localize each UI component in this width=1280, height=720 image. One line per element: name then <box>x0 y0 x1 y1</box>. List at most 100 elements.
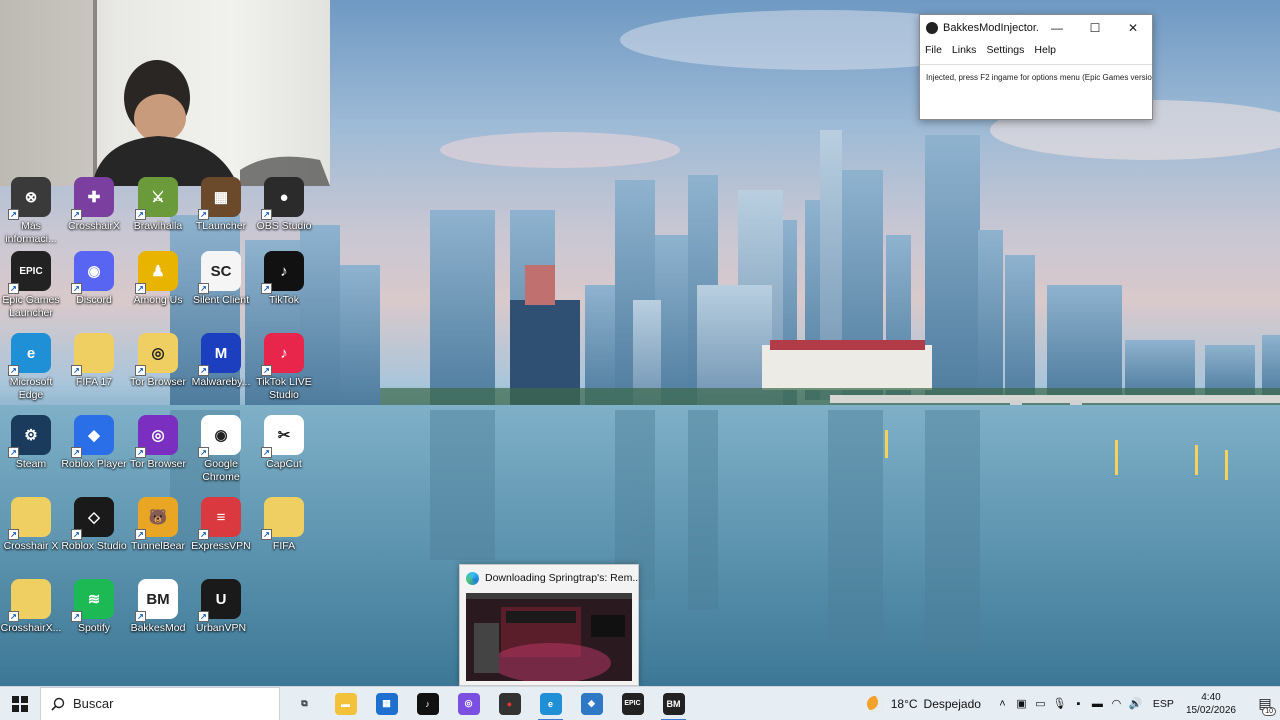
folder-icon: ↗ <box>8 579 51 622</box>
desktop-icon-discord[interactable]: ◉ ↗ Discord <box>62 251 126 307</box>
taskbar-search-box[interactable] <box>40 686 280 720</box>
desktop-icon-robloxstudio[interactable]: ◇ ↗ Roblox Studio <box>61 497 127 553</box>
desktop-icon-spotify[interactable]: ≋ ↗ Spotify <box>62 579 126 635</box>
taskbar-app-rocket-league[interactable]: ◆ <box>571 687 612 720</box>
shortcut-arrow-icon: ↗ <box>8 611 19 622</box>
desktop-icon-mas-info[interactable]: ⊗ ↗ Más informaci... <box>0 177 63 246</box>
usb-icon[interactable]: ▭ <box>1031 694 1050 714</box>
edge-taskbar-preview[interactable]: Downloading Springtrap's: Rem... <box>459 564 639 686</box>
desktop-icon-malwarebytes[interactable]: M ↗ Malwareby... <box>189 333 253 389</box>
desktop-icon-label: Epic Games Launcher <box>2 294 60 319</box>
language-indicator[interactable]: ESP <box>1153 698 1174 710</box>
bakkesmod-icon: BM <box>662 692 685 715</box>
desktop-icon-chrome[interactable]: ◉ ↗ Google Chrome <box>189 415 253 484</box>
desktop-icon-steam[interactable]: ⚙ ↗ Steam <box>0 415 63 471</box>
desktop-icon-tunnelbear[interactable]: 🐻 ↗ TunnelBear <box>126 497 190 553</box>
microphone-icon[interactable]: 🎙 <box>1050 694 1069 714</box>
notification-center-button[interactable]: ▤ 10 <box>1250 695 1280 716</box>
desktop-icon-obs[interactable]: ● ↗ OBS Studio <box>252 177 316 233</box>
desktop-icon-label: ExpressVPN <box>191 540 251 552</box>
desktop-icon-tor2[interactable]: ◎ ↗ Tor Browser <box>126 415 190 471</box>
taskbar-app-explorer[interactable]: ▬ <box>325 687 366 720</box>
desktop-icon-label: UrbanVPN <box>195 622 247 634</box>
preview-header: Downloading Springtrap's: Rem... <box>460 565 638 591</box>
taskbar-app-tiktok[interactable]: ♪ <box>407 687 448 720</box>
edge-icon: e ↗ <box>8 333 51 376</box>
minimize-button[interactable]: — <box>1038 15 1076 41</box>
shortcut-arrow-icon: ↗ <box>8 365 19 376</box>
desktop-icon-roblox[interactable]: ◆ ↗ Roblox Player <box>61 415 127 471</box>
taskbar: ⧉ ▬ ▦ ♪ ◎ ● e ◆ EPIC BM 18°C Despejado ˄ ▣ ▭ 🎙 ▪ … <box>0 686 1280 720</box>
desktop-icon-label: FIFA <box>272 540 296 552</box>
desktop-icon-expressvpn[interactable]: ≡ ↗ ExpressVPN <box>189 497 253 553</box>
meet-now-icon[interactable]: ▪ <box>1069 694 1088 714</box>
desktop-icon-silent[interactable]: SC ↗ Silent Client <box>189 251 253 307</box>
taskbar-pinned-apps: ⧉ ▬ ▦ ♪ ◎ ● e ◆ EPIC BM <box>284 687 694 720</box>
desktop-icon-tiktoklive[interactable]: ♪ ↗ TikTok LIVE Studio <box>252 333 316 402</box>
menu-file[interactable]: File <box>925 44 942 56</box>
bakkesmod-injector-window[interactable]: BakkesModInjector... — ☐ ✕ File Links Se… <box>919 14 1153 120</box>
desktop-icon-label: Discord <box>76 294 112 306</box>
folder-icon: ↗ <box>71 333 114 376</box>
weather-widget[interactable]: 18°C Despejado <box>866 695 981 712</box>
taskbar-app-task-view[interactable]: ⧉ <box>284 687 325 720</box>
taskbar-app-store[interactable]: ▦ <box>366 687 407 720</box>
menu-links[interactable]: Links <box>952 44 977 56</box>
app-icon: ◎ <box>457 692 480 715</box>
desktop-icon-label: Steam <box>15 458 47 470</box>
menu-settings[interactable]: Settings <box>986 44 1024 56</box>
window-titlebar[interactable]: BakkesModInjector... — ☐ ✕ <box>920 15 1152 41</box>
taskbar-app-epic[interactable]: EPIC <box>612 687 653 720</box>
shortcut-arrow-icon: ↗ <box>198 611 209 622</box>
desktop-icon-crosshairx-2[interactable]: ↗ CrosshairX... <box>0 579 63 635</box>
desktop-icon-tlauncher[interactable]: ▦ ↗ TLauncher <box>189 177 253 233</box>
desktop-icon-crosshairx-folder[interactable]: ↗ Crosshair X <box>0 497 63 553</box>
store-icon: ▦ <box>375 692 398 715</box>
search-input[interactable] <box>73 696 263 711</box>
taskbar-app-bakkesmod[interactable]: BM <box>653 687 694 720</box>
start-button[interactable] <box>0 687 40 720</box>
desktop-icon-fifa[interactable]: ↗ FIFA <box>252 497 316 553</box>
task-view-icon: ⧉ <box>301 698 308 708</box>
desktop-icon-tiktok[interactable]: ♪ ↗ TikTok <box>252 251 316 307</box>
desktop-icon-fifa17[interactable]: ↗ FIFA 17 <box>62 333 126 389</box>
desktop-icon-amongus[interactable]: ♟ ↗ Among Us <box>126 251 190 307</box>
roblox-studio-icon: ◇ ↗ <box>71 497 114 540</box>
shortcut-arrow-icon: ↗ <box>261 283 272 294</box>
desktop-icon-capcut[interactable]: ✂ ↗ CapCut <box>252 415 316 471</box>
tiktok-icon: ♪ <box>416 692 439 715</box>
desktop-icon-label: Brawlhalla <box>133 220 183 232</box>
desktop-icon-crosshairx-top[interactable]: ✚ ↗ CrosshairX <box>62 177 126 233</box>
bakkesmod-icon: BM ↗ <box>135 579 178 622</box>
shortcut-arrow-icon: ↗ <box>198 209 209 220</box>
rocket-league-icon: ◆ <box>580 692 603 715</box>
desktop-icon-brawlhalla[interactable]: ⚔ ↗ Brawlhalla <box>126 177 190 233</box>
menu-help[interactable]: Help <box>1034 44 1056 56</box>
desktop-icon-edge[interactable]: e ↗ Microsoft Edge <box>0 333 63 402</box>
chrome-icon: ◉ ↗ <box>198 415 241 458</box>
desktop-icon-epic[interactable]: EPIC ↗ Epic Games Launcher <box>0 251 63 320</box>
desktop-icon-tor1[interactable]: ◎ ↗ Tor Browser <box>126 333 190 389</box>
taskbar-app-app-purple[interactable]: ◎ <box>448 687 489 720</box>
wifi-icon[interactable]: ◠ <box>1107 694 1126 714</box>
close-button[interactable]: ✕ <box>1114 15 1152 41</box>
taskbar-app-app-red[interactable]: ● <box>489 687 530 720</box>
maximize-button[interactable]: ☐ <box>1076 15 1114 41</box>
tray-app-icon[interactable]: ▣ <box>1012 694 1031 714</box>
desktop-icon-bakkesmod[interactable]: BM ↗ BakkesMod <box>126 579 190 635</box>
tiktok-icon: ♪ ↗ <box>261 251 304 294</box>
speaker-icon[interactable]: 🔊 <box>1126 694 1145 714</box>
desktop-icon-label: Tor Browser <box>129 376 186 388</box>
battery-icon[interactable]: ▬ <box>1088 694 1107 714</box>
shortcut-arrow-icon: ↗ <box>261 529 272 540</box>
desktop-icon-label: Roblox Player <box>61 458 127 470</box>
shortcut-arrow-icon: ↗ <box>261 365 272 376</box>
expressvpn-icon: ≡ ↗ <box>198 497 241 540</box>
chevron-up-icon[interactable]: ˄ <box>993 694 1012 714</box>
weather-condition: Despejado <box>923 696 981 711</box>
taskbar-app-edge[interactable]: e <box>530 687 571 720</box>
app-icon: ● <box>498 692 521 715</box>
desktop-icon-urbanvpn[interactable]: U ↗ UrbanVPN <box>189 579 253 635</box>
desktop-icon-label: CapCut <box>266 458 302 470</box>
clock[interactable]: 4:40 15/02/2026 <box>1186 691 1236 717</box>
